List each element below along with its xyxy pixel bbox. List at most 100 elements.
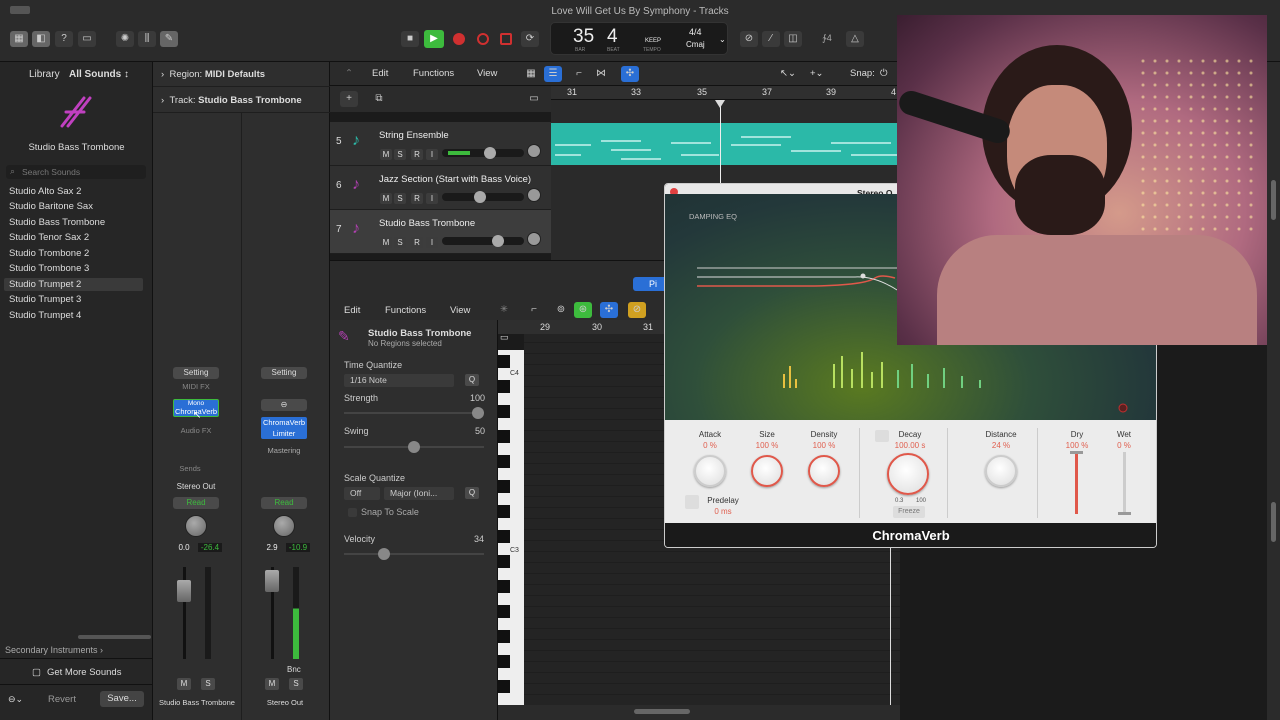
piano-keyboard[interactable]: C4 C3 <box>498 350 524 705</box>
freeze-button[interactable]: Freeze <box>893 506 925 518</box>
record-enable-button[interactable]: R <box>411 193 423 204</box>
size-knob[interactable] <box>751 455 783 487</box>
mixer-icon[interactable]: ⫼ <box>138 31 156 47</box>
dry-slider[interactable] <box>1075 452 1078 514</box>
automation-icon[interactable]: ⌐ <box>525 302 543 318</box>
global-tracks-icon[interactable]: ▭ <box>525 91 543 107</box>
grid-icon[interactable]: ▦ <box>522 66 540 82</box>
scale-quantize-button[interactable]: Q <box>465 487 479 499</box>
link-icon[interactable]: ⊘ <box>628 302 646 318</box>
collapse-icon[interactable]: ⊛ <box>574 302 592 318</box>
scale-mode-select[interactable]: Major (Ioni... <box>384 487 454 500</box>
fader-handle[interactable] <box>177 580 191 602</box>
flex-icon[interactable]: ⊚ <box>552 302 570 318</box>
mute-button[interactable]: M <box>380 237 392 248</box>
list-item[interactable]: Studio Trumpet 4 <box>9 310 81 321</box>
velocity-slider[interactable] <box>344 553 484 555</box>
count-in[interactable]: ∱4 <box>822 33 832 44</box>
playhead[interactable] <box>890 548 891 705</box>
record-enable-button[interactable]: R <box>411 149 423 160</box>
bounce-button[interactable]: Bnc <box>287 665 301 674</box>
volume-value[interactable]: 2.9 <box>262 543 282 552</box>
toolbar-icon[interactable]: ▭ <box>78 31 96 47</box>
strength-slider[interactable] <box>344 412 484 414</box>
pan-knob[interactable] <box>273 515 295 537</box>
fx-slot[interactable]: ChromaVerb Limiter <box>261 417 307 439</box>
wet-slider[interactable] <box>1123 452 1126 514</box>
input-monitor-button[interactable]: I <box>426 237 438 248</box>
edit-menu[interactable]: Edit <box>372 68 388 79</box>
view-menu[interactable]: View <box>450 305 470 316</box>
list-item[interactable]: Studio Trumpet 2 <box>9 279 81 290</box>
snap-to-scale-checkbox[interactable] <box>348 508 357 517</box>
automation-mode[interactable]: Read <box>261 497 307 509</box>
list-item[interactable]: Studio Baritone Sax <box>9 201 93 212</box>
replace-button[interactable] <box>500 33 512 45</box>
options-icon[interactable]: ⊖⌄ <box>8 694 23 705</box>
mastering-slot[interactable]: Mastering <box>261 446 307 455</box>
add-track-icon[interactable]: + <box>340 91 358 107</box>
cycle-icon[interactable]: ⟳ <box>521 31 539 47</box>
pan-knob[interactable] <box>527 188 541 202</box>
mute-button[interactable]: M <box>380 193 392 204</box>
output-slot[interactable]: Stereo Out <box>173 482 219 491</box>
automation-mode[interactable]: Read <box>173 497 219 509</box>
ruler[interactable]: 31 33 35 37 39 4 <box>551 86 897 100</box>
mute-button[interactable]: M <box>265 678 279 690</box>
lcd-display[interactable]: 35 4 BAR BEAT KEEP TEMPO 4/4 Cmaj ⌄ <box>550 22 728 55</box>
catch-icon[interactable]: ✣ <box>621 66 639 82</box>
capture-record-button[interactable] <box>477 33 489 45</box>
volume-slider[interactable] <box>442 191 524 203</box>
list-item[interactable]: Studio Alto Sax 2 <box>9 186 81 197</box>
slider-thumb[interactable] <box>1070 451 1083 454</box>
get-more-sounds-button[interactable]: ▢ Get More Sounds <box>32 667 121 678</box>
smart-controls-icon[interactable]: ✺ <box>116 31 134 47</box>
flex-icon[interactable]: ⋈ <box>592 66 610 82</box>
list-icon[interactable]: ☰ <box>544 66 562 82</box>
track-row[interactable]: 5 ♪ String Ensemble M S R I <box>330 122 551 166</box>
editors-icon[interactable]: ✎ <box>160 31 178 47</box>
scale-off-select[interactable]: Off <box>344 487 380 500</box>
duplicate-icon[interactable]: ⧉ <box>370 91 388 107</box>
slider-thumb[interactable] <box>472 407 484 419</box>
slider-thumb[interactable] <box>408 441 420 453</box>
time-quantize-select[interactable]: 1/16 Note <box>344 374 454 387</box>
sends-label[interactable]: Sends <box>173 464 207 473</box>
scrollbar[interactable] <box>1271 502 1276 542</box>
edit-menu[interactable]: Edit <box>344 305 360 316</box>
density-knob[interactable] <box>808 455 840 487</box>
pan-knob[interactable] <box>527 232 541 246</box>
audio-fx-slot[interactable]: Audio FX <box>173 426 219 435</box>
secondary-instruments[interactable]: Secondary Instruments › <box>5 645 103 655</box>
mute-button[interactable]: M <box>177 678 191 690</box>
distance-knob[interactable] <box>985 455 1017 487</box>
catch-icon[interactable]: ✣ <box>600 302 618 318</box>
list-item[interactable]: Studio Trumpet 3 <box>9 294 81 305</box>
track-row-selected[interactable]: 7 ♪ Studio Bass Trombone M S R I <box>330 210 551 254</box>
mute-button[interactable]: M <box>380 149 392 160</box>
midi-in-icon[interactable]: ✳ <box>500 304 508 315</box>
track-row[interactable]: 6 ♪ Jazz Section (Start with Bass Voice)… <box>330 166 551 210</box>
automation-icon[interactable]: ⌐ <box>570 66 588 82</box>
metronome-click-icon[interactable]: △ <box>846 31 864 47</box>
decay-knob[interactable] <box>887 453 929 495</box>
revert-button[interactable]: Revert <box>48 694 76 705</box>
fader-handle[interactable] <box>265 570 279 592</box>
list-item[interactable]: Studio Tenor Sax 2 <box>9 232 89 243</box>
volume-slider[interactable] <box>442 147 524 159</box>
search-input[interactable]: ⌕ Search Sounds <box>6 165 146 179</box>
midi-fx-slot[interactable]: MIDI FX <box>173 382 219 391</box>
solo-icon[interactable]: ⁄ <box>762 31 780 47</box>
pan-knob[interactable] <box>527 144 541 158</box>
list-item[interactable]: Studio Trombone 3 <box>9 263 89 274</box>
back-icon[interactable]: ⌃ <box>345 68 353 79</box>
scrollbar[interactable] <box>78 635 151 639</box>
link-icon[interactable]: ⊖ <box>261 399 307 411</box>
list-item[interactable]: Studio Trombone 2 <box>9 248 89 259</box>
slider-thumb[interactable] <box>378 548 390 560</box>
slider-thumb[interactable] <box>1118 512 1131 515</box>
solo-button[interactable]: S <box>394 193 406 204</box>
functions-menu[interactable]: Functions <box>413 68 454 79</box>
input-monitor-button[interactable]: I <box>426 149 438 160</box>
region-row[interactable]: › Region: MIDI Defaults <box>161 69 265 80</box>
